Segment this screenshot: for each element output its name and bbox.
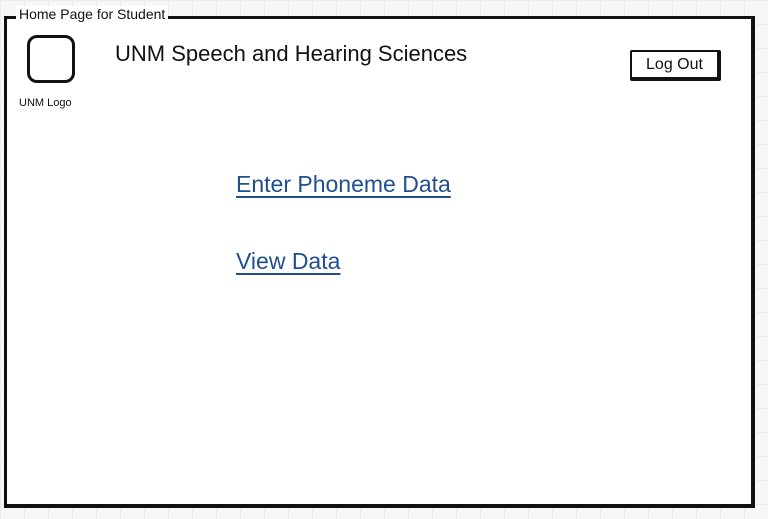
page-frame <box>4 16 755 508</box>
unm-logo <box>27 35 75 83</box>
app-title: UNM Speech and Hearing Sciences <box>115 41 468 66</box>
enter-phoneme-data-link[interactable]: Enter Phoneme Data <box>236 171 451 198</box>
log-out-button[interactable]: Log Out <box>630 50 721 81</box>
logo-caption: UNM Logo <box>19 97 72 109</box>
view-data-link[interactable]: View Data <box>236 248 340 275</box>
window-title: Home Page for Student <box>16 6 169 22</box>
